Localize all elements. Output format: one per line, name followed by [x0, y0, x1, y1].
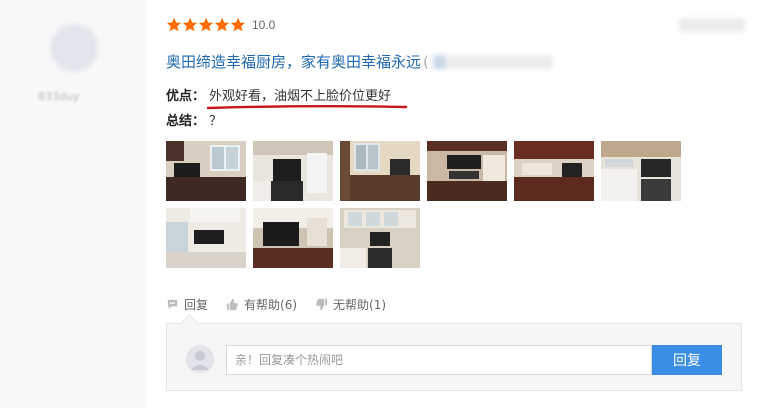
- review-photo[interactable]: [166, 208, 246, 268]
- unhelpful-action-label: 无帮助(1): [333, 298, 387, 312]
- review-photo[interactable]: [340, 208, 420, 268]
- helpful-action[interactable]: 有帮助(6): [226, 296, 297, 313]
- star-icon: [182, 17, 198, 32]
- reviewer-panel: 833duy: [0, 0, 146, 408]
- reply-action-label: 回复: [184, 298, 209, 312]
- summary-label: 总结：: [166, 114, 206, 129]
- review-photo[interactable]: [601, 141, 681, 201]
- unhelpful-action[interactable]: 无帮助(1): [315, 296, 386, 313]
- review-date: [679, 18, 745, 32]
- reviewer-avatar[interactable]: [50, 24, 98, 72]
- thumbs-down-icon: [316, 298, 328, 311]
- review-actions: 回复 有帮助(6) 无帮助(1): [166, 296, 404, 313]
- review-photo[interactable]: [253, 208, 333, 268]
- review-photo[interactable]: [427, 141, 507, 201]
- summary-text: ？: [209, 114, 223, 129]
- rating-score: 10.0: [252, 18, 276, 32]
- summary-row: 总结： ？: [166, 110, 222, 129]
- review-photo[interactable]: [514, 141, 594, 201]
- star-icon: [230, 17, 246, 32]
- star-icon: [214, 17, 230, 32]
- reply-submit-button[interactable]: 回复: [652, 345, 722, 375]
- reviewer-name[interactable]: 833duy: [38, 90, 116, 103]
- thumbs-up-icon: [226, 298, 238, 311]
- pros-label: 优点：: [166, 89, 206, 104]
- star-icon: [198, 17, 214, 32]
- review-title-row: 奥田缔造幸福厨房，家有奥田幸福永远 (: [166, 51, 553, 72]
- title-paren: (: [423, 52, 429, 71]
- comment-icon: [167, 299, 178, 310]
- review-photo[interactable]: [340, 141, 420, 201]
- pros-underline: [206, 105, 408, 110]
- star-icon: [166, 17, 182, 32]
- current-user-avatar: [186, 345, 214, 373]
- reply-input[interactable]: [226, 345, 652, 375]
- rating: 10.0: [166, 17, 275, 33]
- review-title-link[interactable]: 奥田缔造幸福厨房，家有奥田幸福永远: [166, 51, 421, 72]
- reply-action[interactable]: 回复: [166, 296, 208, 313]
- pros-row: 优点： 外观好看，油烟不上脸价位更好: [166, 85, 391, 104]
- review-title-meta: [432, 54, 553, 69]
- review-photo[interactable]: [253, 141, 333, 201]
- review-photo[interactable]: [166, 141, 246, 201]
- star-rating: [166, 17, 246, 33]
- pros-text: 外观好看，油烟不上脸价位更好: [209, 89, 392, 104]
- helpful-action-label: 有帮助(6): [244, 298, 298, 312]
